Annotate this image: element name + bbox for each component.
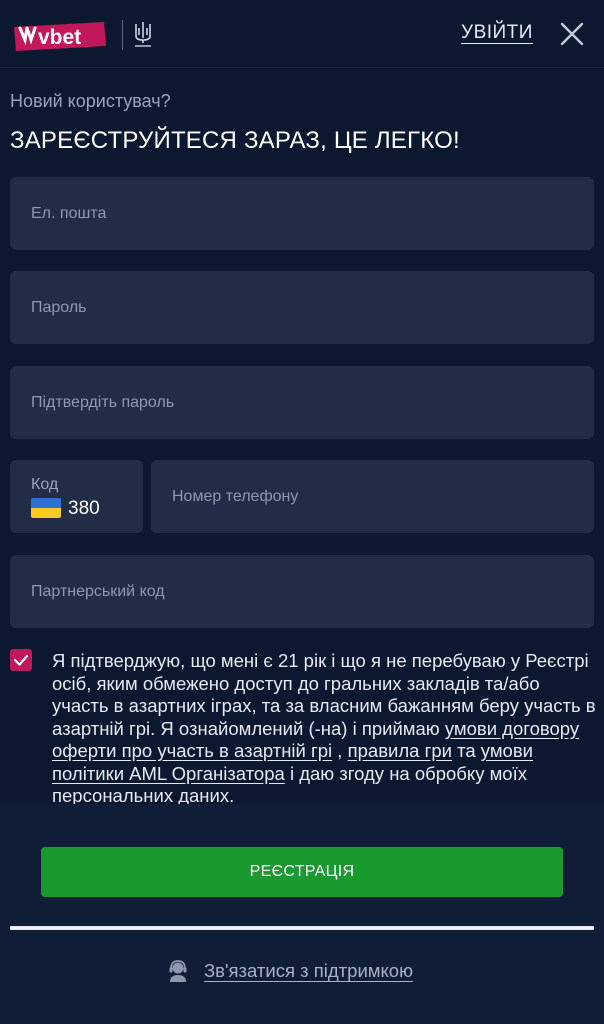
consent-text: Я підтверджую, що мені є 21 рік і що я н… [52,650,597,804]
confirm-password-field[interactable] [10,366,594,439]
contact-support-link[interactable]: Зв'язатися з підтримкою [167,956,413,986]
email-field[interactable] [10,177,594,250]
page-title: ЗАРЕЄСТРУЙТЕСЯ ЗАРАЗ, ЦЕ ЛЕГКО! [10,127,460,154]
logo-text: vbet [38,26,81,49]
footer-panel: РЕЄСТРАЦІЯ Зв'язатися з підтримкою [0,804,604,1024]
phone-code-label: Код [31,476,59,493]
partner-code-field[interactable] [10,555,594,628]
new-user-subtitle: Новий користувач? [10,91,171,111]
support-link-text: Зв'язатися з підтримкою [204,960,413,981]
footer-divider [10,926,594,930]
password-field-wrapper [10,271,594,344]
email-field-wrapper [10,177,594,250]
partner-code-field-wrapper [10,555,594,628]
confirm-password-field-wrapper [10,366,594,439]
phone-field-wrapper [151,460,594,533]
logo-divider [122,20,123,50]
consent-checkbox[interactable] [10,649,32,671]
close-icon[interactable] [558,20,586,48]
ukraine-flag-icon [31,498,61,518]
password-field[interactable] [10,271,594,344]
vbet-logo[interactable]: vbet [12,18,108,54]
checkmark-icon [13,654,29,666]
header: vbet УВІЙТИ [0,0,604,68]
trident-icon [135,22,151,47]
game-rules-link[interactable]: правила гри [348,740,452,761]
support-agent-icon [169,960,187,982]
login-link[interactable]: УВІЙТИ [461,22,533,44]
phone-code-value: 380 [68,498,100,519]
consent-separator: та [451,740,481,761]
phone-code-select[interactable]: Код 380 [10,460,143,533]
phone-field[interactable] [151,460,594,533]
consent-separator: , [332,740,348,761]
register-button[interactable]: РЕЄСТРАЦІЯ [41,847,563,897]
